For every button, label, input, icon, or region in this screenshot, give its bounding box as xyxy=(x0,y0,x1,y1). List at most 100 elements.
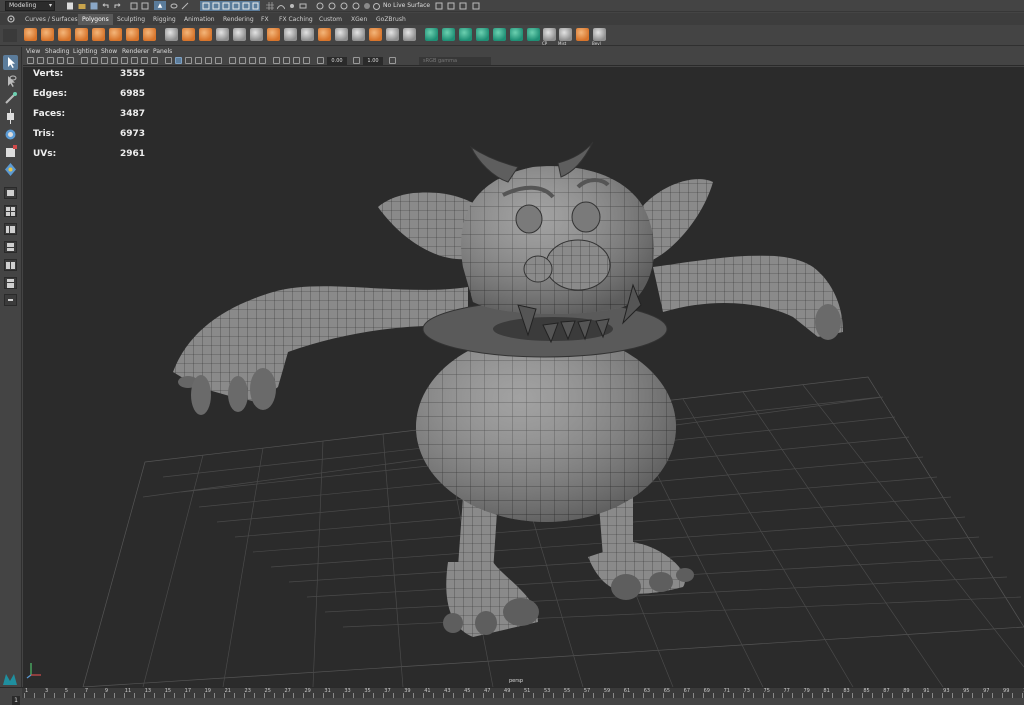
field-chart-icon[interactable] xyxy=(131,57,138,64)
quad-draw-icon[interactable] xyxy=(369,28,382,41)
selection-mask-icons[interactable] xyxy=(200,1,260,11)
snap-to-view-plane-icon[interactable] xyxy=(299,2,307,10)
extrude-icon[interactable] xyxy=(250,28,263,41)
select-by-hierarchy-icon[interactable] xyxy=(130,2,138,10)
image-plane-icon[interactable] xyxy=(57,57,64,64)
tab-fx[interactable]: FX xyxy=(257,14,273,25)
select-tool-icon[interactable] xyxy=(3,55,18,70)
poly-pyramid-icon[interactable] xyxy=(126,28,139,41)
paint-select-icon[interactable] xyxy=(3,91,18,106)
textured-icon[interactable] xyxy=(195,57,202,64)
film-gate-icon[interactable] xyxy=(101,57,108,64)
gear-icon[interactable] xyxy=(6,15,16,23)
two-d-pan-icon[interactable] xyxy=(67,57,74,64)
motion-blur-icon[interactable] xyxy=(239,57,246,64)
gate-mask-icon[interactable] xyxy=(121,57,128,64)
custom-cp-icon[interactable]: CP xyxy=(542,28,556,46)
shadows-icon[interactable] xyxy=(215,57,222,64)
show-manipulator-icon[interactable] xyxy=(3,162,18,177)
select-by-object-icon[interactable] xyxy=(141,2,149,10)
depth-of-field-icon[interactable] xyxy=(259,57,266,64)
perspective-viewport[interactable]: Verts: 3555 Edges: 6985 Faces: 3487 Tris: 69… xyxy=(23,67,1024,687)
lasso-tool-icon[interactable] xyxy=(3,74,18,89)
wireframe-icon[interactable] xyxy=(165,57,172,64)
xray-joints-icon[interactable] xyxy=(293,57,300,64)
single-pane-icon[interactable] xyxy=(4,187,17,199)
automatic-mapping-icon[interactable] xyxy=(493,28,506,41)
color-space-dropdown[interactable]: sRGB gamma xyxy=(419,57,491,65)
bridge-icon[interactable] xyxy=(267,28,280,41)
smooth-shade-icon[interactable] xyxy=(175,57,182,64)
boolean-icon[interactable] xyxy=(199,28,212,41)
move-tool-icon[interactable] xyxy=(3,109,18,124)
connect-icon[interactable] xyxy=(386,28,399,41)
render-settings-icon[interactable] xyxy=(352,2,360,10)
unfold-icon[interactable] xyxy=(510,28,523,41)
poly-torus-icon[interactable] xyxy=(109,28,122,41)
tab-custom[interactable]: Custom xyxy=(315,14,346,25)
grease-pencil-icon[interactable] xyxy=(81,57,88,64)
wireframe-on-shaded-icon[interactable] xyxy=(185,57,192,64)
scale-tool-icon[interactable] xyxy=(3,145,18,160)
layout-uvs-icon[interactable] xyxy=(527,28,540,41)
snap-to-grid-icon[interactable] xyxy=(266,2,274,10)
grid-icon[interactable] xyxy=(91,57,98,64)
live-surface-field[interactable]: No Live Surface xyxy=(373,1,430,11)
safe-title-icon[interactable] xyxy=(151,57,158,64)
tab-sculpting[interactable]: Sculpting xyxy=(113,14,149,25)
custom-shelf-icon[interactable] xyxy=(576,28,589,41)
attribute-editor-icon[interactable] xyxy=(459,2,467,10)
tab-curves-surfaces[interactable]: Curves / Surfaces xyxy=(21,14,82,25)
combine-icon[interactable] xyxy=(165,28,178,41)
cylindrical-mapping-icon[interactable] xyxy=(459,28,472,41)
isolate-select-icon[interactable] xyxy=(273,57,280,64)
xray-components-icon[interactable] xyxy=(303,57,310,64)
smooth-icon[interactable] xyxy=(216,28,229,41)
undo-icon[interactable] xyxy=(102,2,110,10)
tab-xgen[interactable]: XGen xyxy=(347,14,371,25)
separate-icon[interactable] xyxy=(182,28,195,41)
gamma-field[interactable]: 1.00 xyxy=(363,57,383,65)
menu-shading[interactable]: Shading xyxy=(45,47,69,56)
camera-attributes-icon[interactable] xyxy=(37,57,44,64)
time-slider[interactable]: 1 3 5 7 9 11 13 15 17 19 21 23 25 27 29 31 33 35 37 39 41 43 4… xyxy=(0,687,1024,705)
planar-mapping-icon[interactable] xyxy=(442,28,455,41)
tab-rendering[interactable]: Rendering xyxy=(219,14,258,25)
safe-action-icon[interactable] xyxy=(141,57,148,64)
menu-show[interactable]: Show xyxy=(101,47,117,56)
tab-fx-caching[interactable]: FX Caching xyxy=(275,14,317,25)
fill-hole-icon[interactable] xyxy=(318,28,331,41)
xray-icon[interactable] xyxy=(283,57,290,64)
snap-to-curve-icon[interactable] xyxy=(277,2,285,10)
multisample-aa-icon[interactable] xyxy=(249,57,256,64)
tab-animation[interactable]: Animation xyxy=(180,14,219,25)
menu-lighting[interactable]: Lighting xyxy=(73,47,97,56)
menu-panels[interactable]: Panels xyxy=(153,47,172,56)
spherical-mapping-icon[interactable] xyxy=(476,28,489,41)
custom-mist-icon[interactable]: Mist xyxy=(558,28,572,46)
screen-space-ao-icon[interactable] xyxy=(229,57,236,64)
redo-icon[interactable] xyxy=(113,2,121,10)
menu-set-dropdown[interactable]: Modeling ▾ xyxy=(5,1,55,11)
lasso-icon[interactable] xyxy=(170,2,178,10)
target-weld-icon[interactable] xyxy=(352,28,365,41)
append-polygon-icon[interactable] xyxy=(301,28,314,41)
poly-cone-icon[interactable] xyxy=(75,28,88,41)
resolution-gate-icon[interactable] xyxy=(111,57,118,64)
select-by-component-icon[interactable] xyxy=(154,1,166,10)
collapse-icon[interactable] xyxy=(403,28,416,41)
channel-box-icon[interactable] xyxy=(472,2,480,10)
poly-pipe-icon[interactable] xyxy=(143,28,156,41)
poly-cube-icon[interactable] xyxy=(41,28,54,41)
rotate-tool-icon[interactable] xyxy=(3,127,18,142)
paint-select-icon[interactable] xyxy=(181,2,189,10)
ipr-render-icon[interactable] xyxy=(340,2,348,10)
shelf-scroll-arrows[interactable] xyxy=(3,29,17,42)
exposure-field[interactable]: 0.00 xyxy=(327,57,347,65)
menu-view[interactable]: View xyxy=(26,47,40,56)
tab-gozbrush[interactable]: GoZBrush xyxy=(372,14,410,25)
bevel-icon[interactable] xyxy=(284,28,297,41)
camera-lock-icon[interactable] xyxy=(447,2,455,10)
use-all-lights-icon[interactable] xyxy=(205,57,212,64)
multi-cut-icon[interactable] xyxy=(335,28,348,41)
